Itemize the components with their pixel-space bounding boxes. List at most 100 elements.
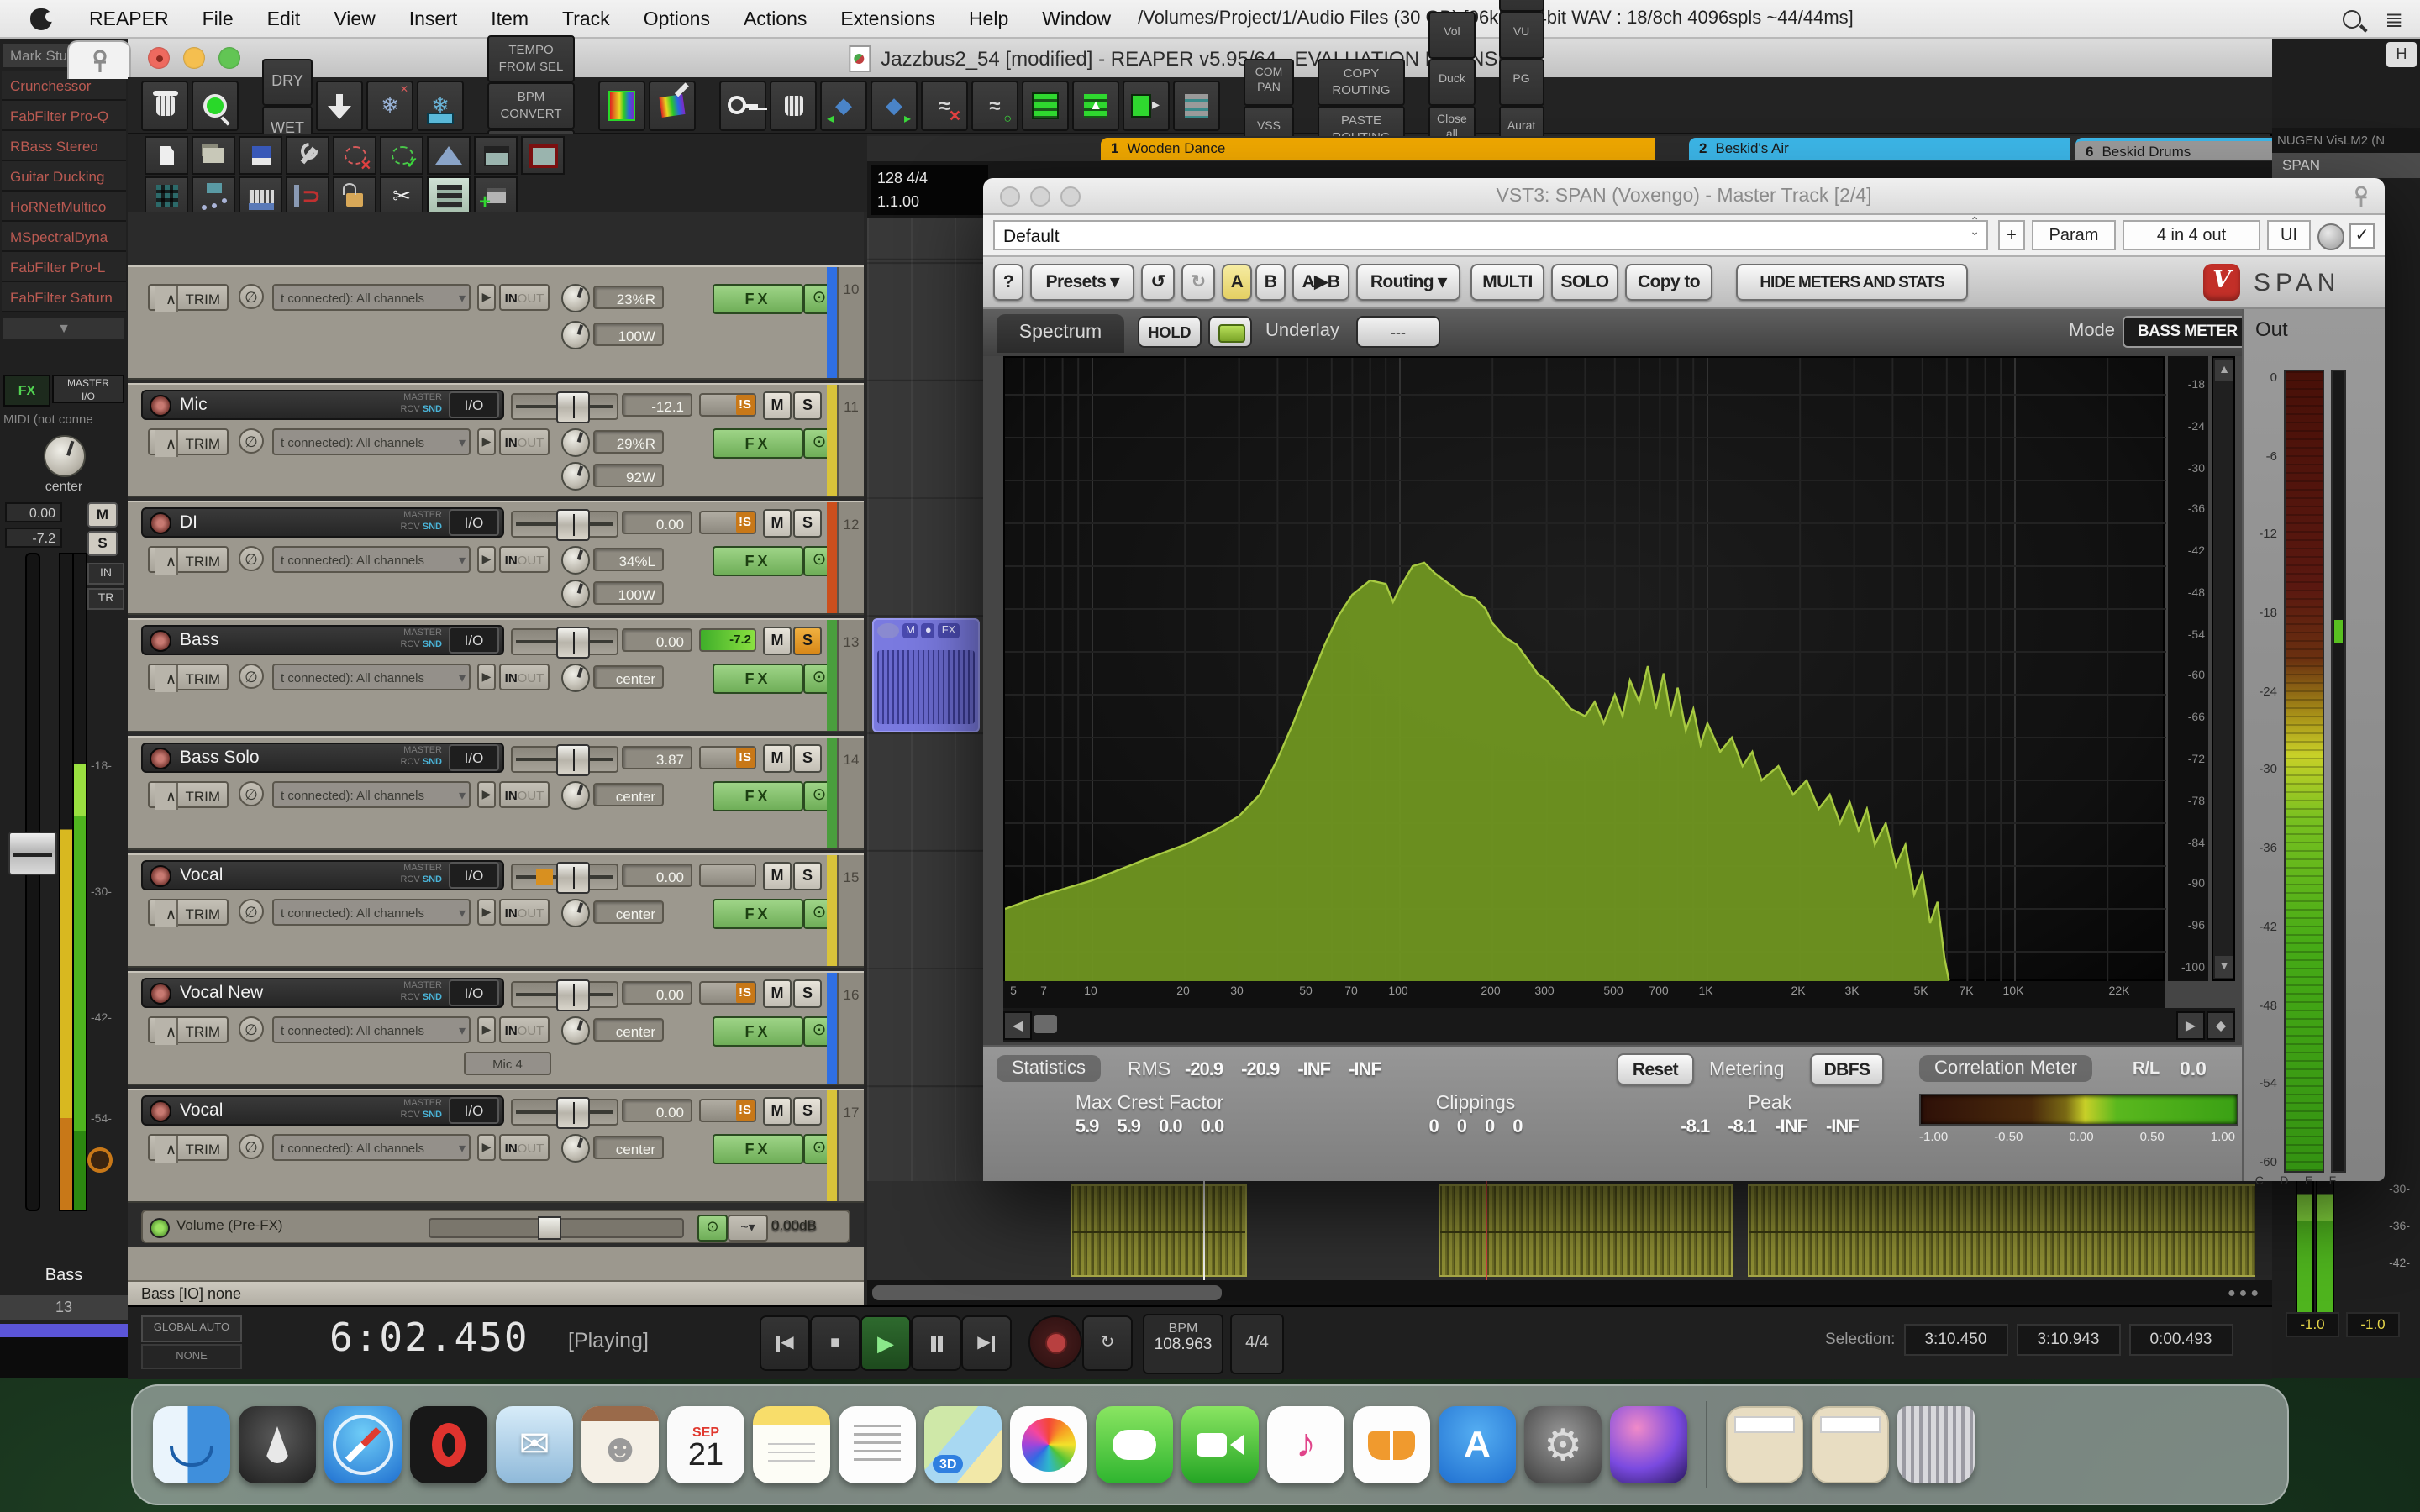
volume-value[interactable]: 0.00 <box>622 511 692 534</box>
pan-knob[interactable] <box>561 781 590 810</box>
pan-value[interactable]: center <box>593 1136 664 1159</box>
fx-chain-item[interactable]: FabFilter Saturn <box>2 282 126 312</box>
width-value[interactable]: 100W <box>593 323 664 346</box>
record-input-dropdown[interactable]: t connected): All channels <box>272 1134 471 1161</box>
track-header[interactable]: Mic MASTER RCV SND I/O <box>141 390 504 420</box>
menu-item[interactable]: Help <box>952 10 1025 30</box>
selection-length[interactable]: 0:00.493 <box>2128 1324 2233 1356</box>
mixer-mute-button[interactable]: M <box>87 502 118 528</box>
item-properties-icon[interactable] <box>474 136 518 175</box>
toolbar-button[interactable]: Align <box>1499 0 1544 11</box>
select-items-icon[interactable] <box>380 136 424 175</box>
volume-value[interactable]: 0.00 <box>622 864 692 887</box>
routing-matrix-icon[interactable] <box>192 176 235 215</box>
toolbar-button[interactable]: PG <box>1499 58 1544 105</box>
track-color-icon[interactable] <box>598 80 645 130</box>
lock-icon[interactable] <box>333 176 376 215</box>
record-button[interactable] <box>1028 1315 1082 1369</box>
monitor-in-out-toggle[interactable]: INOUT <box>499 664 550 690</box>
input-assignment[interactable]: Mic 4 <box>464 1052 551 1075</box>
volume-fader-handle[interactable] <box>556 391 590 423</box>
play-button[interactable]: ▶ <box>860 1315 911 1371</box>
solo-button[interactable]: S <box>793 1097 822 1126</box>
volume-fader-handle[interactable] <box>556 1097 590 1129</box>
tempo-toolbar-button[interactable]: TEMPO FROM SEL <box>487 34 575 81</box>
monitor-in-out-toggle[interactable]: INOUT <box>499 1016 550 1043</box>
envelope-remove-icon[interactable]: ≈ <box>921 80 968 130</box>
spotlight-search-icon[interactable] <box>2343 9 2361 28</box>
envelope-stack-icon[interactable] <box>1173 80 1220 130</box>
menu-item[interactable]: View <box>317 10 392 30</box>
dock-app-icon[interactable]: SEP21 <box>667 1406 744 1483</box>
background-h-button[interactable]: H <box>2386 42 2417 67</box>
track-name[interactable]: DI <box>180 512 400 533</box>
dock-app-icon[interactable] <box>753 1406 830 1483</box>
mixer-pan-knob[interactable] <box>44 435 86 477</box>
dock-app-icon[interactable] <box>1439 1406 1516 1483</box>
bypass-checkbox[interactable]: ✓ <box>2349 223 2375 249</box>
solo-button[interactable]: S <box>793 862 822 890</box>
monitor-in-out-toggle[interactable]: INOUT <box>499 428 550 455</box>
record-input-dropdown[interactable]: t connected): All channels <box>272 284 471 311</box>
pin-icon[interactable] <box>2351 185 2371 217</box>
item-notes-icon[interactable]: ● <box>922 623 935 638</box>
pan-value[interactable]: center <box>593 1018 664 1042</box>
volume-value[interactable]: -12.1 <box>622 393 692 417</box>
monitor-in-out-toggle[interactable]: INOUT <box>499 284 550 311</box>
fx-list-item-nugen[interactable]: NUGEN VisLM2 (N <box>2272 128 2420 153</box>
envelope-shape-button[interactable]: ~▾ <box>728 1215 768 1242</box>
pan-knob[interactable] <box>561 428 590 457</box>
menu-item[interactable]: Actions <box>727 10 823 30</box>
selection-start[interactable]: 3:10.450 <box>1903 1324 2007 1356</box>
record-input-dropdown[interactable]: t connected): All channels <box>272 546 471 573</box>
trim-envelope-button[interactable]: TRIM <box>148 1016 229 1043</box>
record-arm-button[interactable] <box>150 1100 171 1121</box>
solo-button[interactable]: S <box>793 627 822 655</box>
media-item-waveform[interactable] <box>1748 1184 2260 1277</box>
pan-knob[interactable] <box>561 664 590 692</box>
selection-end[interactable]: 3:10.943 <box>2016 1324 2120 1356</box>
envelope-fader-handle[interactable] <box>538 1216 561 1240</box>
hold-button[interactable]: HOLD <box>1138 316 1202 348</box>
project-settings-icon[interactable] <box>286 136 329 175</box>
record-arm-button[interactable] <box>150 864 171 886</box>
io-button[interactable]: I/O <box>449 862 499 889</box>
trim-envelope-button[interactable]: TRIM <box>148 899 229 926</box>
fx-chain-item[interactable]: HoRNetMultico <box>2 192 126 222</box>
preset-combo[interactable]: Default <box>993 220 1988 250</box>
scrollbar-buttons[interactable]: ●●● <box>2228 1285 2262 1300</box>
pan-knob[interactable] <box>561 899 590 927</box>
mixer-fader-handle[interactable] <box>8 832 57 875</box>
envelope-arm-icon[interactable] <box>1072 80 1119 130</box>
width-knob[interactable] <box>561 580 590 608</box>
trim-envelope-button[interactable]: TRIM <box>148 546 229 573</box>
spectrum-enable-led[interactable] <box>1208 316 1252 348</box>
item-knob-icon[interactable] <box>877 623 899 638</box>
dock-app-icon[interactable] <box>153 1406 230 1483</box>
dock-app-icon[interactable] <box>1096 1406 1173 1483</box>
presets-button[interactable]: Presets ▾ <box>1030 264 1134 301</box>
time-signature-display[interactable]: 4/4 <box>1230 1314 1284 1374</box>
reset-button[interactable]: Reset <box>1617 1053 1694 1085</box>
track-header[interactable]: Bass MASTER RCV SND I/O <box>141 625 504 655</box>
snap-magnet-icon[interactable]: ⊃ <box>286 176 329 215</box>
fx-chain-item[interactable]: Guitar Ducking <box>2 161 126 192</box>
phase-button[interactable]: ∅ <box>239 899 264 924</box>
underlay-select-button[interactable]: --- <box>1356 316 1440 348</box>
item-fx-button[interactable]: FX <box>939 623 960 638</box>
spectrum-vertical-scrollbar[interactable]: ▲ ▼ <box>2212 356 2235 981</box>
toolbar-button[interactable]: Duck <box>1428 58 1476 105</box>
volume-fader[interactable] <box>511 746 618 773</box>
mute-button[interactable]: M <box>763 1097 792 1126</box>
record-input-dropdown[interactable]: t connected): All channels <box>272 899 471 926</box>
fx-chain-item[interactable]: FabFilter Pro-Q <box>2 101 126 131</box>
fx-button[interactable]: FX <box>713 284 803 314</box>
pan-value[interactable]: 34%L <box>593 548 664 571</box>
monitor-play-icon[interactable]: ▶ <box>477 428 496 455</box>
scroll-left-button[interactable]: ◀ <box>1003 1011 1032 1040</box>
ruler-mode-icon[interactable] <box>239 176 282 215</box>
add-preset-button[interactable]: + <box>1998 220 2025 250</box>
dock-app-icon[interactable] <box>1353 1406 1430 1483</box>
new-project-icon[interactable] <box>145 136 188 175</box>
toolbar-button[interactable]: VU <box>1499 11 1544 58</box>
